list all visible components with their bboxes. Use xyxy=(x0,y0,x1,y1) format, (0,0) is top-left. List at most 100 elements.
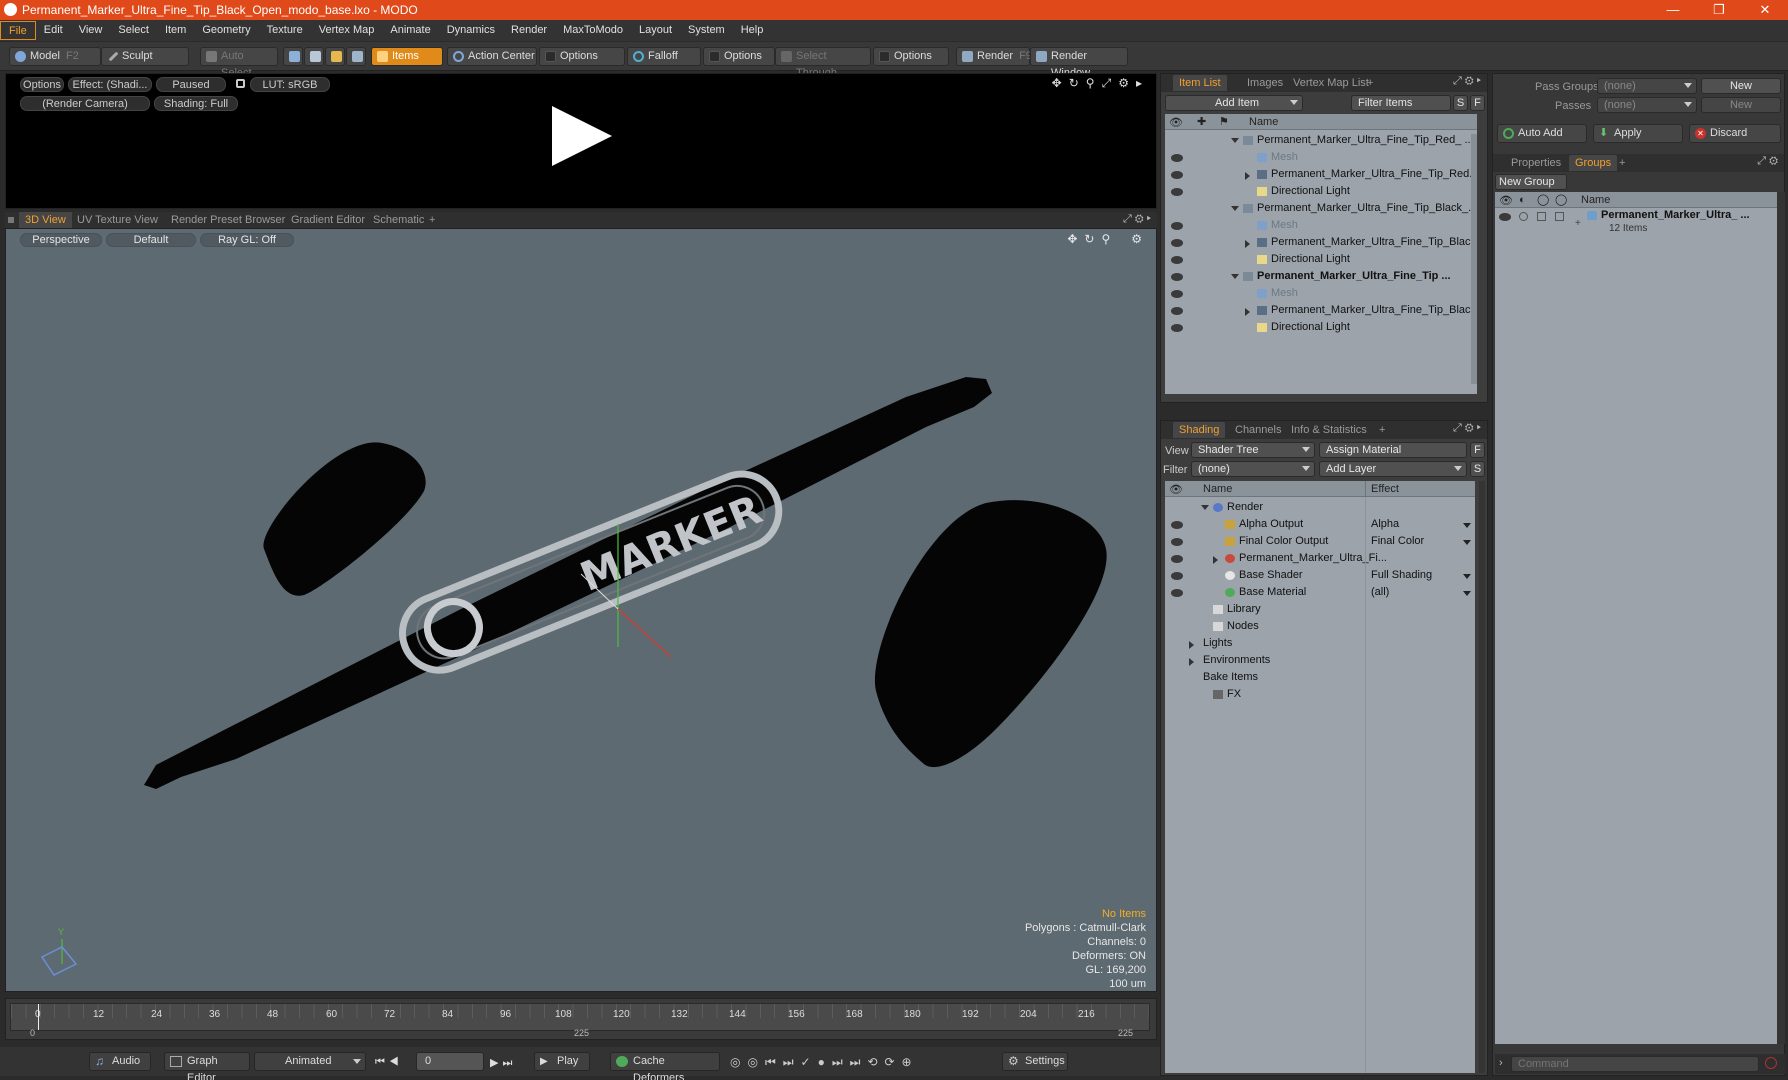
transport-rewind-icons[interactable]: ⏮◀ xyxy=(375,1056,403,1069)
command-input[interactable] xyxy=(1511,1056,1759,1072)
collapse-arrow-icon[interactable] xyxy=(1231,274,1239,279)
visibility-eye-icon[interactable] xyxy=(1171,239,1183,247)
preview-lut-dropdown[interactable]: LUT: sRGB xyxy=(250,77,330,92)
falloff-options-button[interactable]: Options xyxy=(703,47,775,66)
auto-select-button[interactable]: Auto Select xyxy=(200,47,278,79)
item-row[interactable]: Permanent_Marker_Ultra_Fine_Tip_Blac... xyxy=(1165,234,1477,251)
shader-row[interactable]: Alpha Output Alpha xyxy=(1165,516,1475,533)
item-f-button[interactable]: F xyxy=(1470,95,1485,111)
model-mode-button[interactable]: Model F2 xyxy=(9,47,101,66)
menu-layout[interactable]: Layout xyxy=(631,21,680,40)
effect-dropdown-arrow-icon[interactable] xyxy=(1463,591,1471,596)
item-row[interactable]: Permanent_Marker_Ultra_Fine_Tip ... xyxy=(1165,268,1477,285)
expand-arrow-icon[interactable] xyxy=(1245,240,1250,248)
menu-geometry[interactable]: Geometry xyxy=(194,21,258,40)
new-pass-button[interactable]: New xyxy=(1701,97,1781,113)
zoom-icon[interactable]: ⚲ xyxy=(1086,76,1095,91)
pass-groups-dropdown[interactable]: (none) xyxy=(1597,78,1697,94)
audio-button[interactable]: ♫ Audio xyxy=(89,1052,151,1071)
shading-f-button[interactable]: F xyxy=(1470,442,1485,458)
item-panel-options-icons[interactable]: ⤢ ⚙ ▸ xyxy=(1453,75,1481,88)
shader-row[interactable]: Library xyxy=(1165,601,1475,618)
item-row[interactable]: Mesh xyxy=(1165,285,1477,302)
timeline-track[interactable]: 0 12 24 36 48 60 72 84 96 108 120 132 14… xyxy=(10,1003,1150,1031)
group-render-toggle[interactable] xyxy=(1519,212,1528,221)
select-polygons-button[interactable] xyxy=(325,47,345,66)
tab-schematic[interactable]: Schematic xyxy=(367,212,430,229)
shader-eye-icon[interactable] xyxy=(1171,572,1183,580)
tab-shading[interactable]: Shading xyxy=(1173,422,1226,438)
expand-arrow-icon[interactable] xyxy=(1189,658,1194,666)
settings-button[interactable]: ⚙ Settings xyxy=(1002,1052,1068,1071)
shading-scrollbar[interactable] xyxy=(1479,481,1485,1073)
group-lock-toggle[interactable] xyxy=(1537,212,1546,221)
shader-effect[interactable]: Final Color xyxy=(1371,533,1424,550)
shader-row[interactable]: FX xyxy=(1165,686,1475,703)
rotate-icon[interactable]: ↻ xyxy=(1069,76,1079,91)
pan-icon[interactable]: ✥ xyxy=(1052,76,1062,91)
command-record-icon[interactable] xyxy=(1765,1057,1777,1069)
render-button[interactable]: Render F9 xyxy=(956,47,1032,66)
item-row[interactable]: Permanent_Marker_Ultra_Fine_Tip_Black_..… xyxy=(1165,200,1477,217)
menu-maxtomodo[interactable]: MaxToModo xyxy=(555,21,631,40)
sculpt-mode-button[interactable]: Sculpt xyxy=(101,47,189,66)
maximize-button[interactable]: ❐ xyxy=(1696,0,1742,20)
items-mode-button[interactable]: Items xyxy=(371,47,443,66)
groups-scrollbar[interactable] xyxy=(1777,192,1785,1044)
new-group-button[interactable]: New Group xyxy=(1495,174,1567,190)
tab-images[interactable]: Images xyxy=(1241,75,1289,91)
play-button[interactable]: ▶ Play xyxy=(534,1052,590,1071)
effect-dropdown-arrow-icon[interactable] xyxy=(1463,540,1471,545)
select-edges-button[interactable] xyxy=(304,47,324,66)
shader-row[interactable]: Bake Items xyxy=(1165,669,1475,686)
tab-render-preset-browser[interactable]: Render Preset Browser xyxy=(165,212,291,229)
action-center-button[interactable]: Action Center xyxy=(447,47,537,66)
tab-gradient-editor[interactable]: Gradient Editor xyxy=(285,212,371,229)
menu-view[interactable]: View xyxy=(71,21,111,40)
item-row[interactable]: Directional Light xyxy=(1165,251,1477,268)
add-layer-dropdown[interactable]: Add Layer xyxy=(1319,461,1467,477)
preview-shading-dropdown[interactable]: Shading: Full xyxy=(154,96,238,111)
auto-add-button[interactable]: Auto Add xyxy=(1497,124,1587,143)
item-row[interactable]: Mesh xyxy=(1165,149,1477,166)
effect-dropdown-arrow-icon[interactable] xyxy=(1463,523,1471,528)
filter-items-input[interactable]: Filter Items xyxy=(1351,95,1451,111)
shading-s-button[interactable]: S xyxy=(1470,461,1485,477)
shader-row[interactable]: Nodes xyxy=(1165,618,1475,635)
visibility-eye-icon[interactable] xyxy=(1171,307,1183,315)
shader-row[interactable]: Permanent_Marker_Ultra_Fi... xyxy=(1165,550,1475,567)
playhead[interactable] xyxy=(38,1004,39,1030)
menu-edit[interactable]: Edit xyxy=(36,21,71,40)
new-pass-group-button[interactable]: New xyxy=(1701,78,1781,94)
effect-dropdown-arrow-icon[interactable] xyxy=(1463,574,1471,579)
select-vertices-button[interactable] xyxy=(283,47,303,66)
action-center-options-button[interactable]: Options xyxy=(539,47,625,66)
shading-panel-options-icons[interactable]: ⤢ ⚙ ▸ xyxy=(1453,422,1481,435)
preview-camera-dropdown[interactable]: (Render Camera) xyxy=(20,96,150,111)
tab-3d-view[interactable]: 3D View xyxy=(19,212,72,229)
shader-eye-icon[interactable] xyxy=(1171,589,1183,597)
visibility-eye-icon[interactable] xyxy=(1171,290,1183,298)
expand-arrow-icon[interactable] xyxy=(1189,641,1194,649)
menu-system[interactable]: System xyxy=(680,21,733,40)
render-window-button[interactable]: Render Window xyxy=(1030,47,1128,79)
shader-row[interactable]: Base Shader Full Shading xyxy=(1165,567,1475,584)
shader-effect[interactable]: Full Shading xyxy=(1371,567,1432,584)
shader-row[interactable]: Environments xyxy=(1165,652,1475,669)
3d-viewport[interactable]: Perspective Default Ray GL: Off ✥ ↻ ⚲ ⚙ … xyxy=(5,228,1157,992)
groups-panel-options-icons[interactable]: ⤢ ⚙ xyxy=(1757,155,1778,168)
play-preview-icon[interactable] xyxy=(552,106,612,166)
minimize-button[interactable]: — xyxy=(1650,0,1696,20)
preview-effect-dropdown[interactable]: Effect: (Shadi... xyxy=(68,77,152,92)
maximize-icon[interactable]: ⤢ xyxy=(1102,76,1112,91)
apply-button[interactable]: ⬇ Apply xyxy=(1593,124,1683,143)
groups-add-tab[interactable]: + xyxy=(1613,155,1631,171)
view-dropdown[interactable]: Shader Tree xyxy=(1191,442,1315,458)
item-add-tab[interactable]: + xyxy=(1361,75,1379,91)
tab-properties[interactable]: Properties xyxy=(1505,155,1567,171)
menu-vertex-map[interactable]: Vertex Map xyxy=(311,21,383,40)
frame-input[interactable]: 0 xyxy=(416,1052,484,1071)
timeline[interactable]: 0 12 24 36 48 60 72 84 96 108 120 132 14… xyxy=(5,998,1157,1040)
shader-eye-icon[interactable] xyxy=(1171,538,1183,546)
shader-eye-icon[interactable] xyxy=(1171,521,1183,529)
